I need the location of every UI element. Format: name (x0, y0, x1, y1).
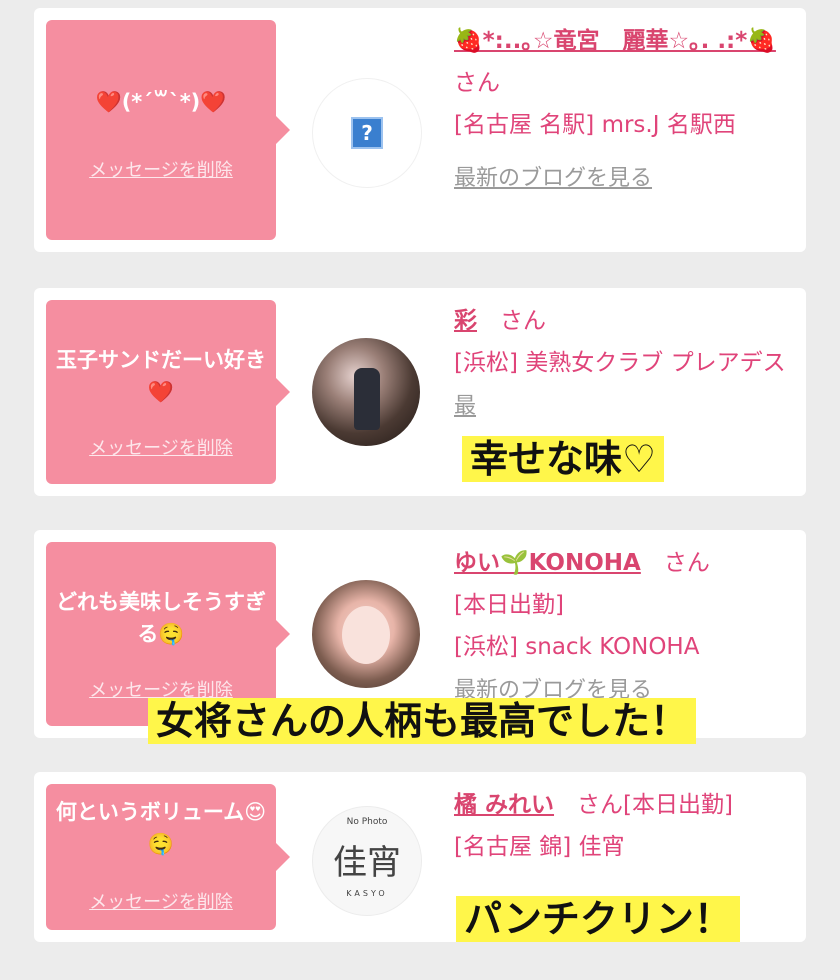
profile-info: 彩 さん [浜松] 美熟女クラブ プレアデス 最 (454, 300, 794, 428)
profile-info: 🍓*:..｡☆竜宮 麗華☆｡. .:*🍓 さん [名古屋 名駅] mrs.J 名… (454, 20, 794, 200)
avatar-logo-top: No Photo (346, 817, 388, 827)
message-text: どれも美味しそうすぎる🤤 (56, 590, 266, 646)
missing-image-icon: ? (351, 117, 383, 149)
message-bubble: 玉子サンドだーい好き❤️ メッセージを削除 (46, 300, 290, 484)
profile-info: ゆい🌱KONOHA さん [本日出勤] [浜松] snack KONOHA 最新… (454, 542, 794, 712)
delete-message-link[interactable]: メッセージを削除 (46, 888, 276, 914)
blog-link[interactable]: 最 (454, 386, 794, 428)
avatar[interactable]: No Photo 佳宵 KASYO (312, 806, 422, 916)
avatar-figure (354, 368, 380, 430)
avatar-face (342, 606, 390, 664)
message-bubble: 何というボリューム😍🤤 メッセージを削除 (46, 784, 290, 930)
shop-label: [浜松] 美熟女クラブ プレアデス (454, 350, 786, 376)
profile-name-link[interactable]: 橘 みれい (454, 792, 554, 818)
profile-name-link[interactable]: ゆい🌱KONOHA (454, 550, 641, 576)
honorific: さん (454, 70, 500, 96)
avatar[interactable] (312, 338, 420, 446)
caption-overlay: 幸せな味♡ (462, 436, 665, 482)
message-text: 何というボリューム😍🤤 (55, 800, 267, 856)
honorific: さん[本日出勤] (577, 792, 733, 818)
delete-message-link[interactable]: メッセージを削除 (46, 156, 276, 182)
avatar[interactable] (312, 580, 420, 688)
profile-name-link[interactable]: 🍓*:..｡☆竜宮 麗華☆｡. .:*🍓 (454, 28, 776, 54)
message-bubble: ❤️(*´꒳`*)❤️ メッセージを削除 (46, 20, 290, 240)
profile-name-link[interactable]: 彩 (454, 308, 477, 334)
shop-label: [名古屋 錦] 佳宵 (454, 834, 625, 860)
avatar-logo-main: 佳宵 (333, 843, 401, 883)
honorific: さん (663, 550, 710, 576)
caption-overlay: 女将さんの人柄も最高でした！ (148, 698, 697, 744)
caption-overlay: パンチクリン！ (456, 896, 740, 942)
message-text: ❤️(*´꒳`*)❤️ (95, 90, 227, 114)
message-card: ❤️(*´꒳`*)❤️ メッセージを削除 ? 🍓*:..｡☆竜宮 麗華☆｡. .… (34, 8, 806, 252)
shop-label: [浜松] snack KONOHA (454, 634, 700, 660)
avatar-logo-bottom: KASYO (346, 889, 388, 898)
delete-message-link[interactable]: メッセージを削除 (46, 434, 276, 460)
blog-link[interactable]: 最新のブログを見る (454, 158, 794, 200)
honorific: さん (500, 308, 546, 334)
status-label: [本日出勤] (454, 592, 564, 618)
shop-label: [名古屋 名駅] mrs.J 名駅西 (454, 112, 736, 138)
avatar[interactable]: ? (312, 78, 422, 188)
message-card: 玉子サンドだーい好き❤️ メッセージを削除 彩 さん [浜松] 美熟女クラブ プ… (34, 288, 806, 496)
message-text: 玉子サンドだーい好き❤️ (56, 348, 266, 404)
profile-info: 橘 みれい さん[本日出勤] [名古屋 錦] 佳宵 (454, 784, 799, 868)
